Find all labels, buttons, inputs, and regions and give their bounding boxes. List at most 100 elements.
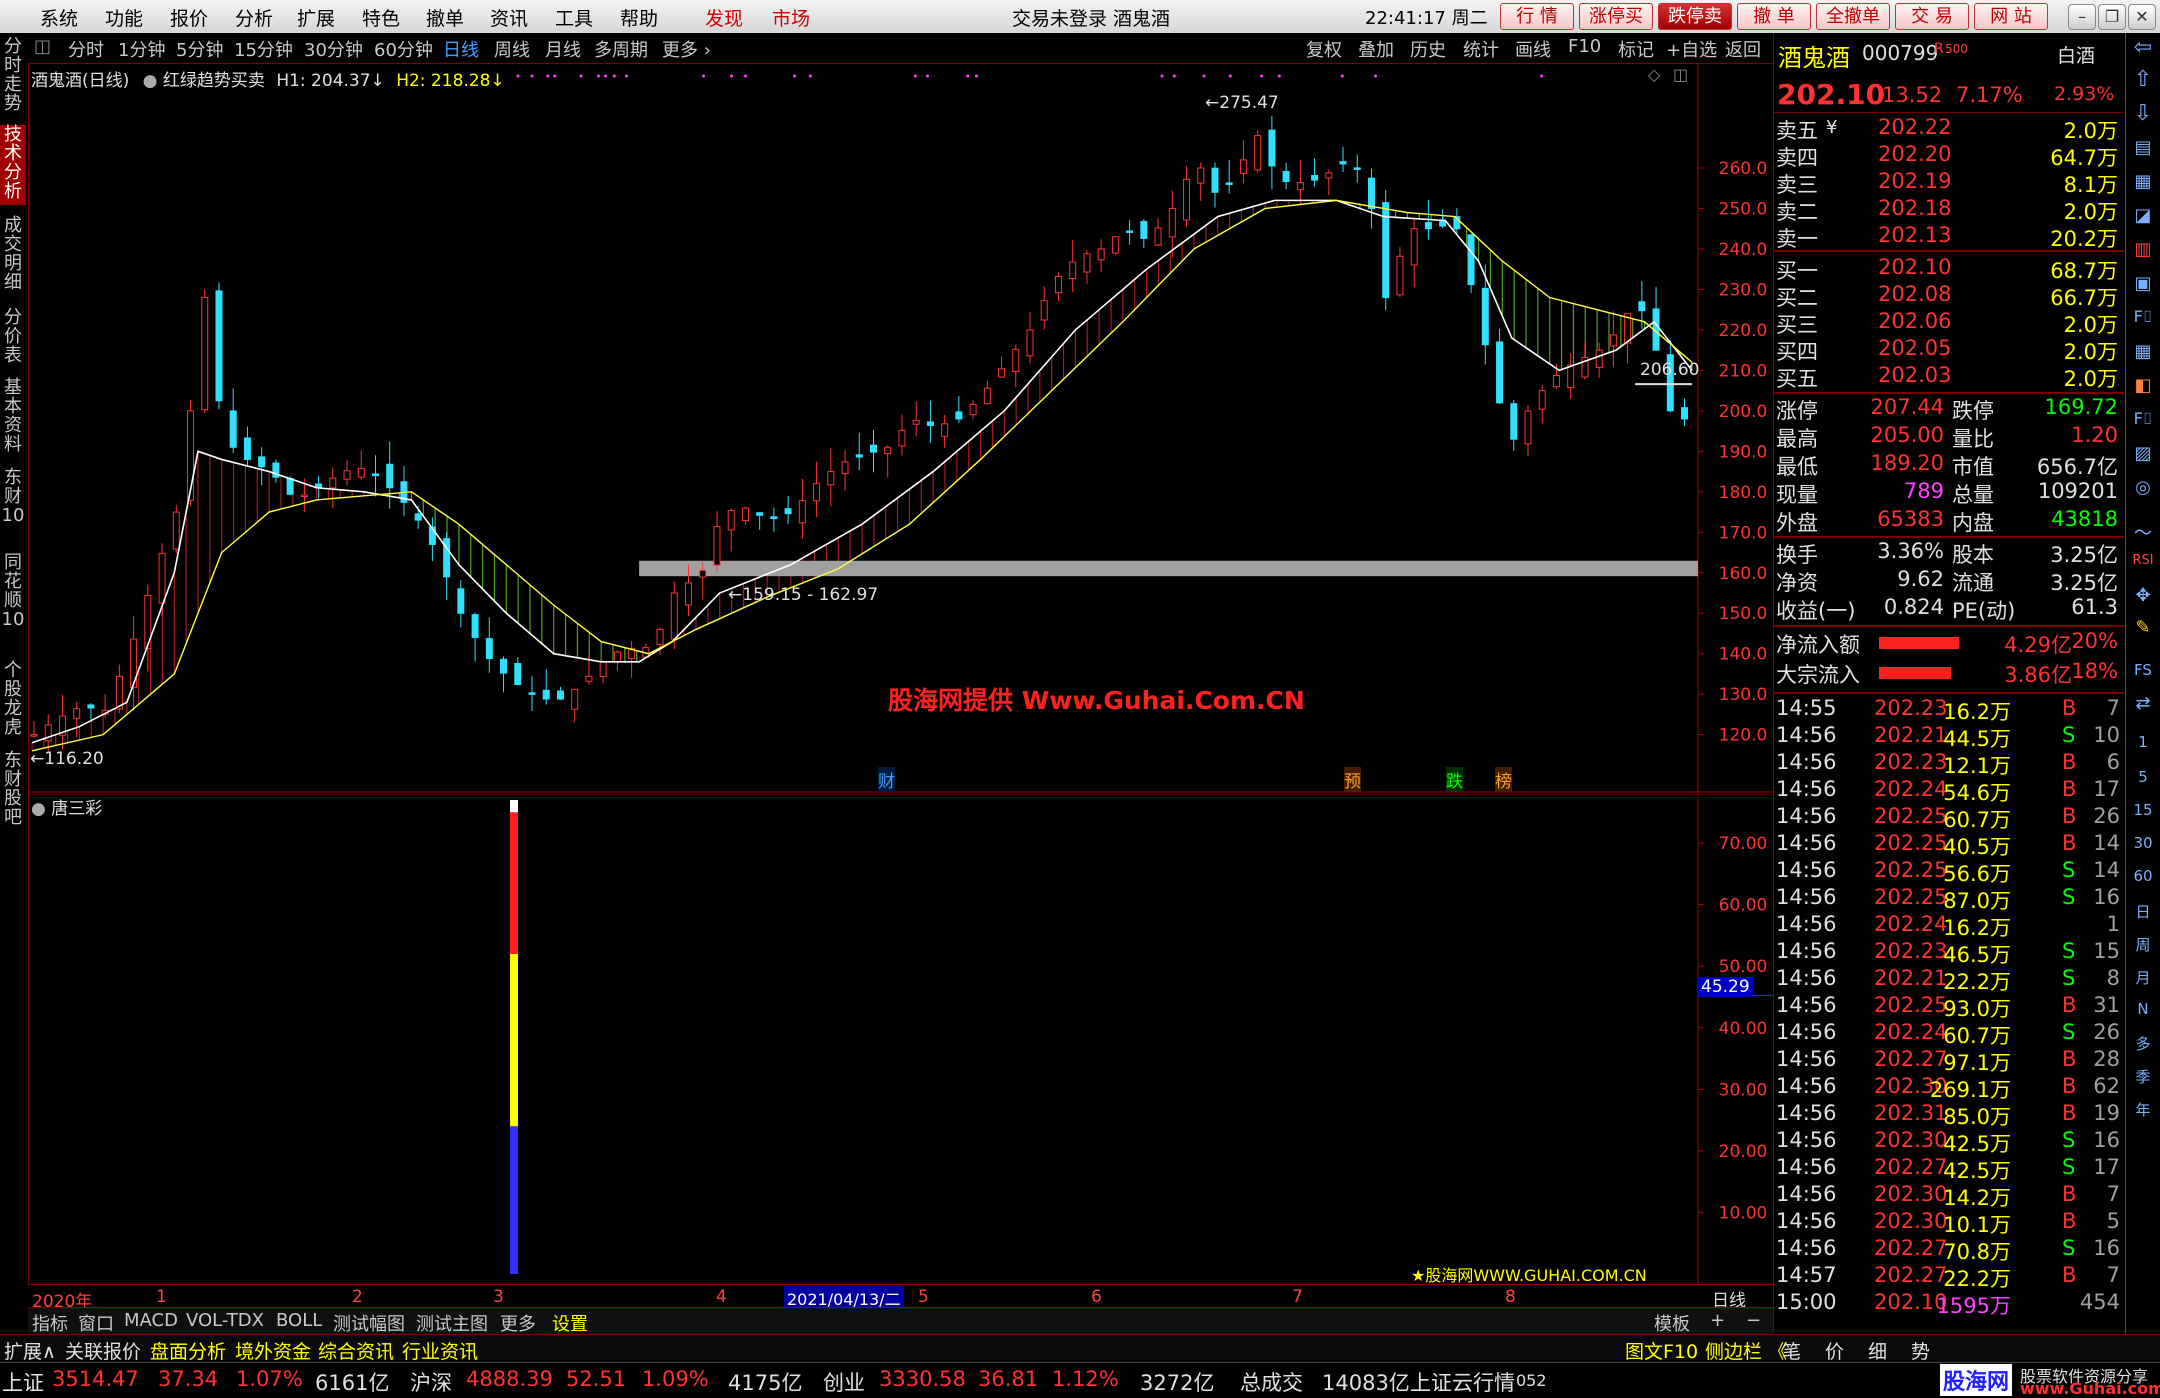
period-60min[interactable]: 60分钟 [374, 36, 433, 62]
test-mainchart-tab[interactable]: 测试主图 [416, 1310, 488, 1336]
period-week-icon[interactable]: 周 [2130, 934, 2156, 955]
event-marker-rank[interactable]: 榜 [1495, 767, 1512, 792]
pencil-icon[interactable]: ✎ [2130, 617, 2156, 638]
tab-trade-details[interactable]: 成交明细 [0, 216, 26, 296]
tab-dragon-tiger[interactable]: 个股龙虎 [0, 661, 26, 741]
restore-icon[interactable]: ❐ [2098, 4, 2126, 30]
menu-help[interactable]: 帮助 [620, 4, 658, 31]
related-quotes-tab[interactable]: 关联报价 [65, 1337, 141, 1364]
indicator-tab[interactable]: 指标 [32, 1310, 68, 1336]
period-monthly[interactable]: 月线 [545, 36, 581, 62]
tab-trend[interactable]: 势 [1911, 1337, 1930, 1364]
period-5-icon[interactable]: 5 [2130, 768, 2156, 786]
panel-toggle-icon[interactable]: ◫ [34, 36, 51, 57]
tool-back[interactable]: 返回 [1725, 36, 1761, 62]
grid-icon[interactable]: ▦ [2130, 171, 2156, 192]
menu-analysis[interactable]: 分析 [235, 4, 273, 31]
trade-button[interactable]: 交 易 [1895, 3, 1969, 30]
tab-timeshare[interactable]: 分时走势 [0, 37, 26, 115]
website-button[interactable]: 网 站 [1974, 3, 2048, 30]
cancel-order-button[interactable]: 撤 单 [1737, 3, 1811, 30]
tab-price-table[interactable]: 分价表 [0, 308, 26, 368]
settings-tab[interactable]: 设置 [552, 1310, 588, 1336]
cancel-all-button[interactable]: 全撤单 [1816, 3, 1890, 30]
period-30-icon[interactable]: 30 [2130, 834, 2156, 852]
event-marker-finance[interactable]: 财 [878, 767, 895, 792]
period-month-icon[interactable]: 月 [2130, 967, 2156, 988]
period-year-icon[interactable]: 年 [2130, 1099, 2156, 1120]
window-toggle-icon[interactable]: ◫ [1673, 65, 1688, 84]
macd-tab[interactable]: MACD [124, 1310, 178, 1331]
period-5min[interactable]: 5分钟 [176, 36, 223, 62]
menu-system[interactable]: 系统 [40, 4, 78, 31]
indicator-toggle-icon[interactable]: ● [31, 799, 46, 819]
tab-ths-10[interactable]: 同花顺10 [0, 553, 26, 648]
general-news-tab[interactable]: 综合资讯 [318, 1337, 394, 1364]
hand-icon[interactable]: ✥ [2130, 585, 2156, 606]
tab-ticks[interactable]: 笔 [1782, 1337, 1801, 1364]
cy-name[interactable]: 创业 [823, 1367, 865, 1397]
remove-window-button[interactable]: − [1746, 1310, 1761, 1331]
window-tab[interactable]: 窗口 [78, 1310, 114, 1336]
boll-tab[interactable]: BOLL [276, 1310, 322, 1331]
board-analysis-tab[interactable]: 盘面分析 [150, 1337, 226, 1364]
f10-graphic-tab[interactable]: 图文F10 [1625, 1337, 1698, 1364]
tool-drawing[interactable]: 画线 [1515, 36, 1551, 62]
tab-technical-analysis[interactable]: 技术分析 [0, 125, 26, 205]
search-icon[interactable]: ◎ [2130, 477, 2156, 498]
menu-news[interactable]: 资讯 [490, 4, 528, 31]
menu-market[interactable]: 市场 [772, 4, 810, 31]
period-timeshare[interactable]: 分时 [68, 36, 104, 62]
tool-overlay[interactable]: 叠加 [1358, 36, 1394, 62]
fs-icon[interactable]: FS [2130, 661, 2156, 679]
period-1-icon[interactable]: 1 [2130, 733, 2156, 751]
tool-f10[interactable]: F10 [1568, 36, 1601, 57]
f2-icon[interactable]: F⌷ [2130, 409, 2156, 429]
wave-icon[interactable]: 〜 [2130, 519, 2156, 545]
tab-basic-info[interactable]: 基本资料 [0, 378, 26, 458]
vol-tdx-tab[interactable]: VOL-TDX [186, 1310, 264, 1331]
sh-name[interactable]: 上证 [2, 1367, 44, 1397]
period-30min[interactable]: 30分钟 [304, 36, 363, 62]
tool-history[interactable]: 历史 [1410, 36, 1446, 62]
swap-icon[interactable]: ⇄ [2130, 693, 2156, 714]
menu-function[interactable]: 功能 [105, 4, 143, 31]
indicator-toggle-icon[interactable]: ● [143, 71, 158, 91]
event-marker-forecast[interactable]: 预 [1344, 767, 1361, 792]
extend-toggle[interactable]: 扩展∧ [4, 1337, 56, 1364]
report-icon[interactable]: ▣ [2130, 273, 2156, 294]
tool-add-watchlist[interactable]: +自选 [1666, 36, 1717, 62]
more-tab[interactable]: 更多 [500, 1310, 536, 1336]
limit-down-sell-button[interactable]: 跌停卖 [1658, 3, 1732, 30]
table-icon[interactable]: ▦ [2130, 341, 2156, 362]
tool-adjust[interactable]: 复权 [1306, 36, 1342, 62]
arrow-down-icon[interactable]: ⇩ [2130, 101, 2156, 126]
industry-news-tab[interactable]: 行业资讯 [402, 1337, 478, 1364]
tools-icon[interactable]: ▨ [2130, 443, 2156, 464]
diamond-icon[interactable]: ◇ [1648, 65, 1660, 84]
tab-forum[interactable]: 东财股吧 [0, 751, 26, 831]
menu-extend[interactable]: 扩展 [297, 4, 335, 31]
rsi-icon[interactable]: RSI [2130, 553, 2156, 568]
event-marker-drop[interactable]: 跌 [1446, 767, 1463, 792]
main-chart[interactable]: 120.0 130.0 140.0 150.0 160.0 170.0 180.0 190.0… [28, 63, 1773, 793]
limit-up-buy-button[interactable]: 涨停买 [1579, 3, 1653, 30]
period-day-icon[interactable]: 日 [2130, 901, 2156, 922]
cloud-quote[interactable]: 上证云行情 [1410, 1367, 1515, 1397]
f10-icon[interactable]: F⌷ [2130, 307, 2156, 327]
period-60-icon[interactable]: 60 [2130, 867, 2156, 885]
menu-cancel-order[interactable]: 撤单 [426, 4, 464, 31]
menu-feature[interactable]: 特色 [362, 4, 400, 31]
add-window-button[interactable]: + [1710, 1310, 1725, 1331]
sidebar-toggle[interactable]: 侧边栏 《 [1705, 1337, 1787, 1364]
arrow-left-icon[interactable]: ⇦ [2130, 35, 2156, 60]
sz-name[interactable]: 沪深 [410, 1367, 452, 1397]
menu-tools[interactable]: 工具 [555, 4, 593, 31]
sector-label[interactable]: 白酒 [2057, 41, 2095, 68]
period-15-icon[interactable]: 15 [2130, 801, 2156, 819]
menu-quote[interactable]: 报价 [170, 4, 208, 31]
arrow-up-icon[interactable]: ⇧ [2130, 67, 2156, 92]
news-icon[interactable]: ◧ [2130, 375, 2156, 396]
template-button[interactable]: 模板 [1654, 1310, 1690, 1336]
quote-button[interactable]: 行 情 [1500, 3, 1574, 30]
